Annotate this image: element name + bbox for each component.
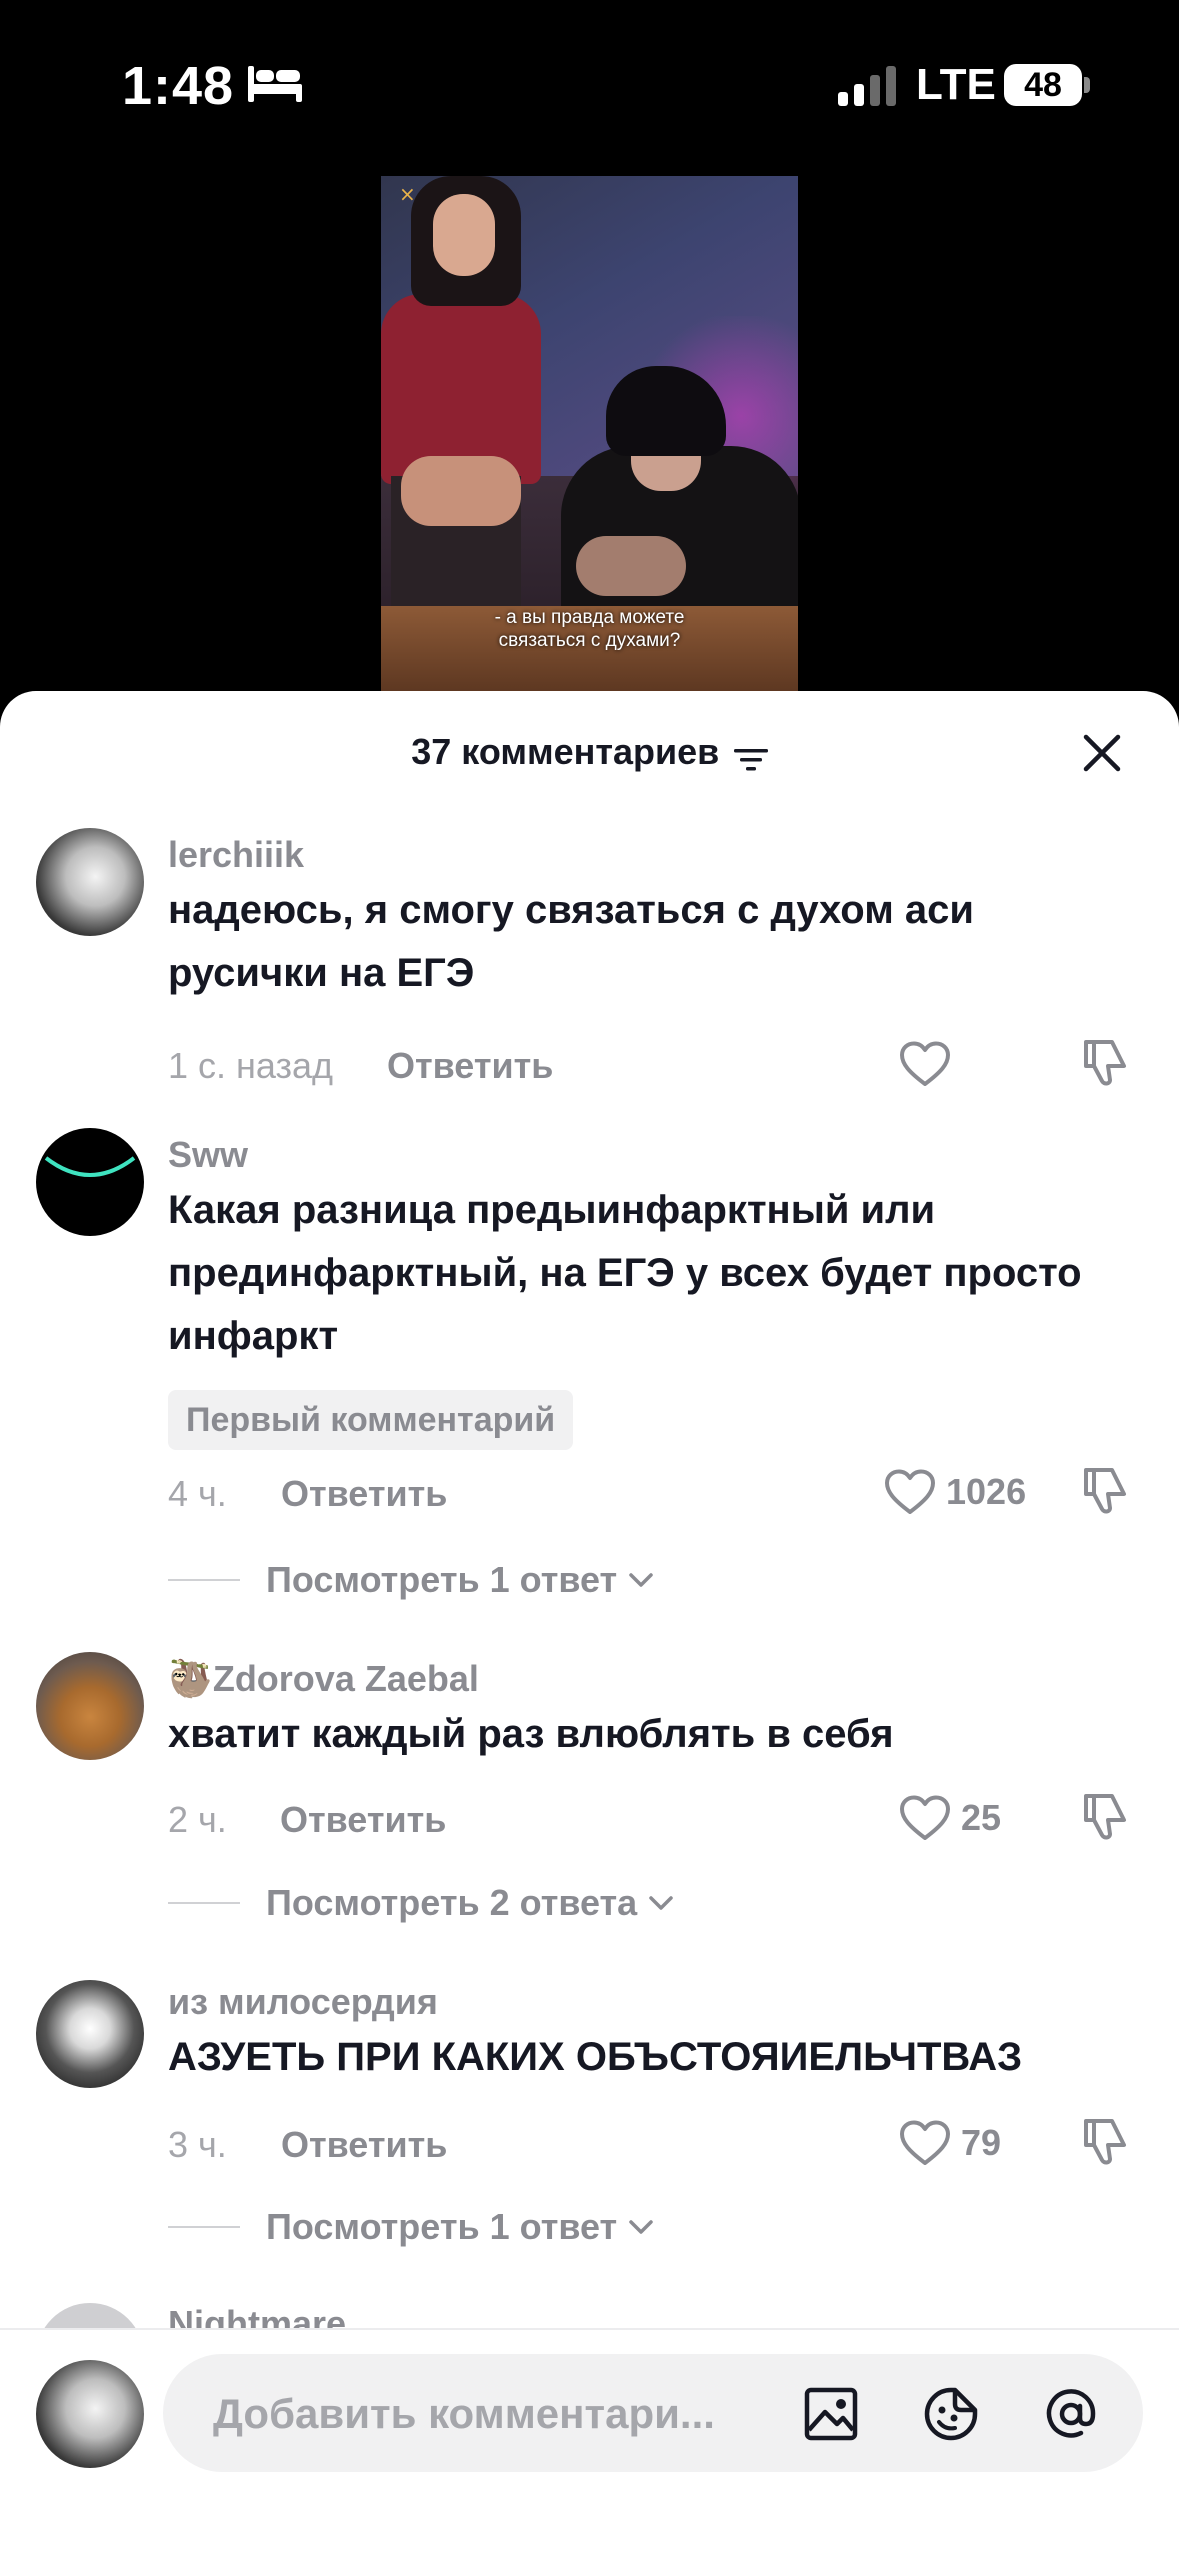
status-time: 1:48 <box>122 56 235 116</box>
avatar[interactable] <box>36 1128 144 1236</box>
heart-icon <box>885 1469 935 1514</box>
comment-text: хватит каждый раз влюблять в себя <box>168 1712 894 1756</box>
avatar[interactable] <box>36 1980 144 2088</box>
comment-input-placeholder: Добавить комментари... <box>213 2390 715 2437</box>
status-bar: 1:48 LTE 48 <box>0 0 1179 175</box>
battery-nub <box>1084 77 1090 93</box>
comment-timestamp: 2 ч. <box>168 1799 227 1840</box>
view-replies-button[interactable]: Посмотреть 1 ответ <box>168 1555 655 1605</box>
my-avatar <box>36 2360 144 2468</box>
comment-text: АЗУЕТЬ ПРИ КАКИХ ОБЪСТОЯИЕЛЬЧТВАЗ <box>168 2035 1023 2079</box>
heart-icon <box>900 2120 950 2165</box>
dislike-icon[interactable] <box>1078 1464 1130 1516</box>
replies-divider <box>168 2226 240 2228</box>
comment-text: Какая разница предыинфарктный или предин… <box>168 1188 1082 1358</box>
replies-divider <box>168 1902 240 1904</box>
view-replies-label: Посмотреть 2 ответа <box>266 1882 638 1923</box>
comment-username[interactable]: Sww <box>168 1134 248 1176</box>
like-count: 25 <box>961 1797 1002 1838</box>
comment-username[interactable]: lerchiiik <box>168 834 304 876</box>
first-comment-badge: Первый комментарий <box>168 1390 574 1450</box>
comments-header: 37 комментариев <box>0 691 1179 811</box>
view-replies-button[interactable]: Посмотреть 1 ответ <box>168 2202 655 2252</box>
reply-button[interactable]: Ответить <box>280 1799 446 1841</box>
battery-icon: 48 <box>1004 64 1082 106</box>
reply-button[interactable]: Ответить <box>387 1045 553 1087</box>
comment-timestamp: 1 с. назад <box>168 1045 334 1086</box>
mention-icon[interactable] <box>1041 2384 1101 2444</box>
like-button[interactable]: 25 <box>899 1790 1001 1846</box>
avatar[interactable] <box>36 828 144 936</box>
dislike-icon[interactable] <box>1078 2115 1130 2167</box>
comments-count-title: 37 комментариев <box>411 731 720 772</box>
dislike-icon[interactable] <box>1078 1036 1130 1088</box>
like-button[interactable]: 1026 <box>884 1464 1026 1520</box>
network-label: LTE <box>916 60 996 109</box>
chevron-down-icon <box>629 2220 653 2234</box>
video-caption-line-1: - а вы правда можете <box>494 607 685 628</box>
close-icon[interactable] <box>1080 731 1124 775</box>
comment-timestamp: 4 ч. <box>168 1473 227 1514</box>
view-replies-label: Посмотреть 1 ответ <box>266 2206 618 2247</box>
like-button[interactable] <box>899 1036 951 1092</box>
video-person-woman-arms <box>401 456 521 526</box>
chevron-down-icon <box>629 1573 653 1587</box>
video-person-woman-face <box>433 194 495 276</box>
like-button[interactable]: 79 <box>899 2115 1001 2171</box>
like-count: 79 <box>961 2122 1002 2163</box>
comment-username[interactable]: 🦥Zdorova Zaebal <box>168 1658 479 1700</box>
view-replies-button[interactable]: Посмотреть 2 ответа <box>168 1878 675 1928</box>
video-player[interactable]: × СЕ ОЧ - а вы правда можете связаться с… <box>381 176 798 696</box>
comments-title-wrap[interactable]: 37 комментариев <box>0 731 1179 773</box>
comment-input-bar: Добавить комментари... <box>0 2328 1179 2556</box>
sloth-emoji-icon: 🦥 <box>168 1658 213 1699</box>
heart-icon <box>900 1795 950 1840</box>
comment-input[interactable]: Добавить комментари... <box>163 2354 1143 2472</box>
comments-sheet: 37 комментариев lerchiiik надеюсь, я смо… <box>0 691 1179 2556</box>
video-caption-line-2: связаться с духами? <box>498 630 681 651</box>
signal-icon <box>838 66 896 106</box>
video-person-man-hands <box>576 536 686 596</box>
avatar-necklace <box>44 1156 136 1177</box>
reply-button[interactable]: Ответить <box>281 2124 447 2166</box>
reply-button[interactable]: Ответить <box>281 1473 447 1515</box>
heart-icon <box>900 1041 950 1086</box>
view-replies-label: Посмотреть 1 ответ <box>266 1559 618 1600</box>
like-count: 1026 <box>946 1471 1027 1512</box>
comment-username[interactable]: из милосердия <box>168 1981 438 2023</box>
replies-divider <box>168 1579 240 1581</box>
emoji-sticker-icon[interactable] <box>921 2384 981 2444</box>
video-caption: - а вы правда можете связаться с духами? <box>381 606 798 652</box>
bed-icon <box>248 66 302 102</box>
comment-text: надеюсь, я смогу связаться с духом аси р… <box>168 888 974 995</box>
comment-username-text: Zdorova Zaebal <box>212 1658 479 1699</box>
comment-timestamp: 3 ч. <box>168 2124 227 2165</box>
avatar[interactable] <box>36 1652 144 1760</box>
image-icon[interactable] <box>801 2384 861 2444</box>
dislike-icon[interactable] <box>1078 1790 1130 1842</box>
filter-icon[interactable] <box>733 747 768 773</box>
chevron-down-icon <box>649 1896 673 1910</box>
